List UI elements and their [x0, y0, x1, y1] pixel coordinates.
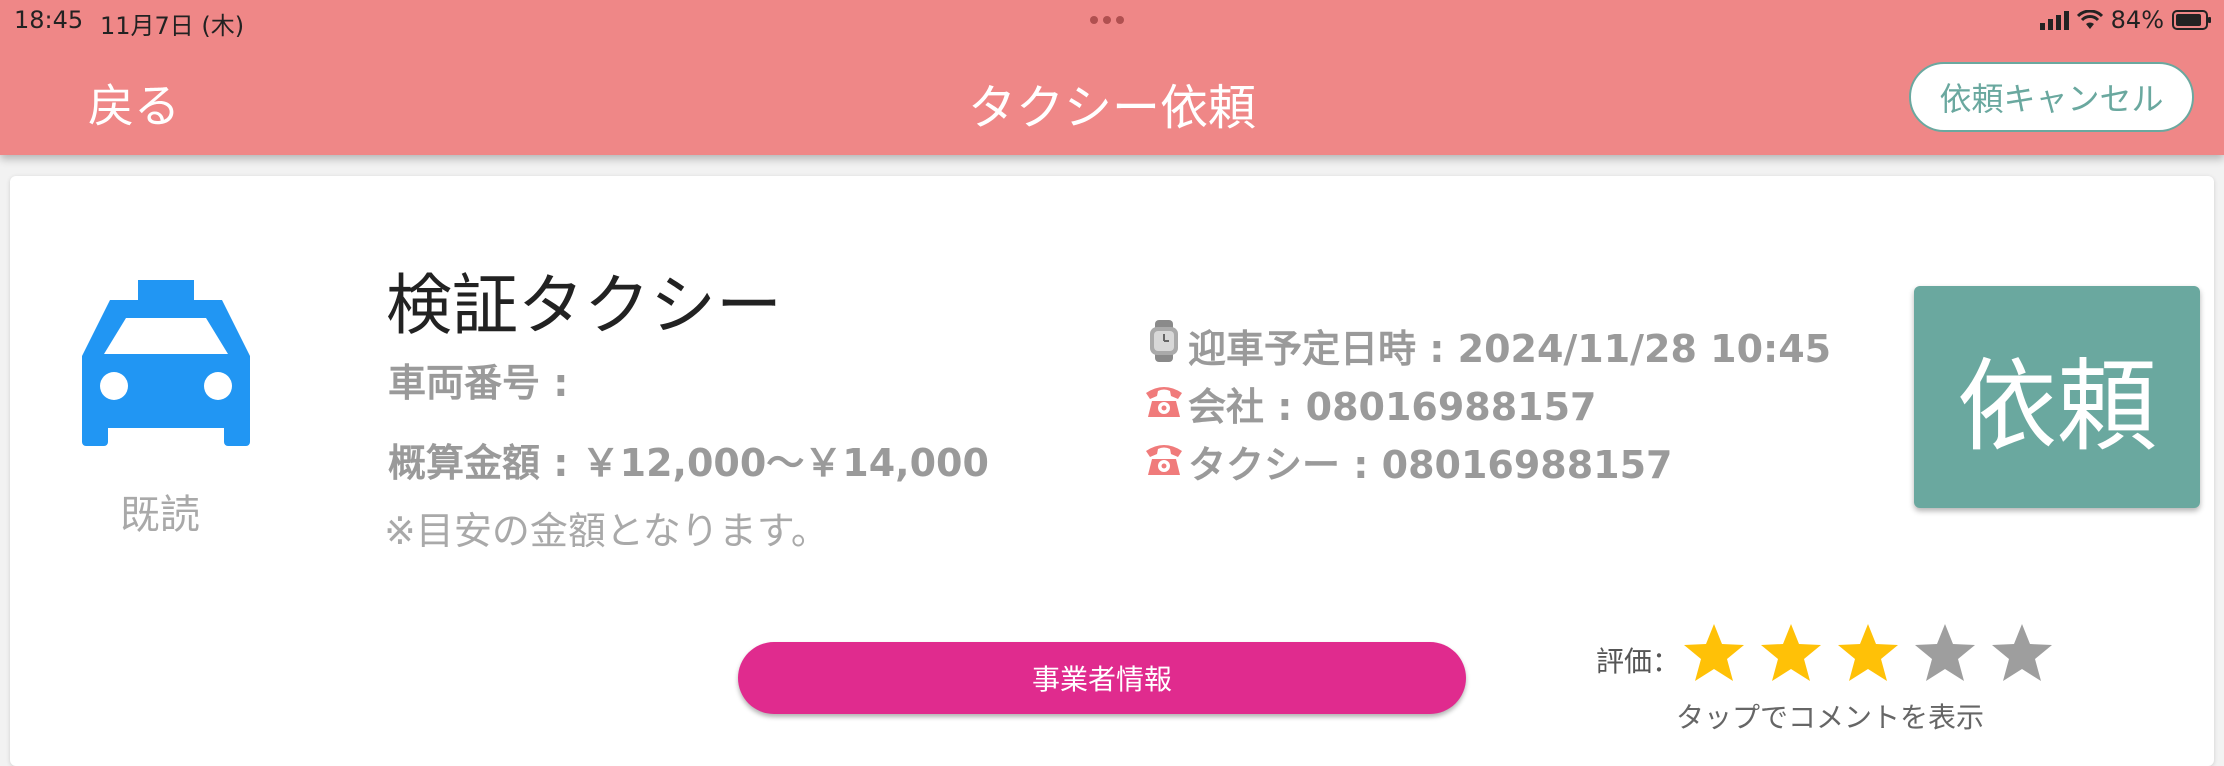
fare-note: ※目安の金額となります。 [384, 509, 829, 553]
signal-icon [2039, 10, 2069, 30]
company-phone: 会社 : 08016988157 [1188, 385, 1597, 429]
status-indicators: 84% [2039, 6, 2212, 34]
status-date: 11月7日 (木) [100, 12, 245, 40]
read-status: 既読 [120, 492, 200, 538]
taxi-phone-row[interactable]: タクシー : 08016988157 [1144, 434, 1673, 489]
multitask-dots-icon[interactable] [1090, 16, 1124, 24]
star-icon[interactable] [1913, 622, 1977, 684]
star-icon[interactable] [1990, 622, 2054, 684]
battery-percent: 84% [2110, 6, 2164, 34]
taxi-phone: タクシー : 08016988157 [1188, 443, 1673, 487]
star-icon[interactable] [1759, 622, 1823, 684]
rating-hint: タップでコメントを表示 [1676, 701, 1985, 734]
vehicle-number: 車両番号 : [388, 361, 569, 405]
cancel-request-button[interactable]: 依頼キャンセル [1909, 62, 2194, 132]
pickup-datetime: 迎車予定日時 : 2024/11/28 10:45 [1188, 327, 1832, 371]
header-bar: 18:45 11月7日 (木) 84% 戻る タクシー依頼 依頼キャンセル [0, 0, 2224, 155]
watch-icon [1144, 320, 1184, 371]
company-name: 検証タクシー [386, 267, 782, 344]
rating-label: 評価： [1596, 645, 1681, 678]
phone-icon [1144, 437, 1184, 486]
battery-icon [2172, 10, 2212, 30]
request-button[interactable]: 依頼 [1914, 286, 2200, 508]
company-phone-row[interactable]: 会社 : 08016988157 [1144, 376, 1597, 431]
status-time: 18:45 [14, 6, 84, 34]
wifi-icon [2076, 10, 2103, 30]
phone-icon [1144, 379, 1184, 428]
operator-info-button[interactable]: 事業者情報 [738, 642, 1466, 714]
taxi-icon [82, 280, 250, 452]
page-title: タクシー依頼 [967, 80, 1256, 136]
star-icon[interactable] [1682, 622, 1746, 684]
rating-stars[interactable] [1682, 622, 2054, 684]
estimated-fare: 概算金額 : ￥12,000～￥14,000 [388, 441, 989, 485]
star-icon[interactable] [1836, 622, 1900, 684]
pickup-datetime-row: 迎車予定日時 : 2024/11/28 10:45 [1144, 318, 1831, 373]
